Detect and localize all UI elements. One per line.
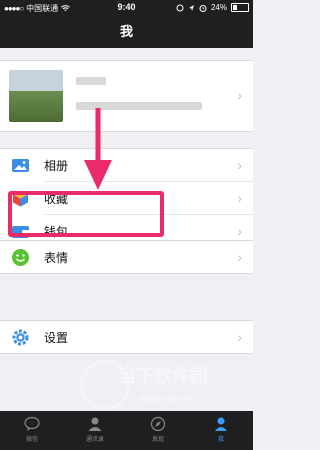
album-icon — [12, 158, 29, 172]
battery-percent: 24% — [210, 3, 227, 12]
tab-contacts[interactable]: 通讯录 — [70, 411, 120, 450]
alarm-icon — [199, 4, 207, 12]
nickname-blurred — [76, 77, 106, 85]
watermark-brand: 当下软件园 — [118, 366, 208, 386]
watermark: 当下软件园 jingyan.baidu.com — [80, 354, 253, 414]
menu-group-2: 表情 › — [0, 240, 253, 274]
contacts-icon — [88, 417, 102, 431]
tab-wechat[interactable]: 微信 — [7, 411, 57, 450]
chevron-right-icon: › — [237, 190, 242, 206]
watermark-url: jingyan.baidu.com — [140, 396, 197, 403]
tab-bar: 微信 通讯录 发现 我 — [0, 411, 253, 450]
tab-me[interactable]: 我 — [196, 411, 246, 450]
annotation-arrow-icon — [84, 108, 112, 190]
location-icon — [188, 4, 194, 11]
wallet-highlight-box — [8, 191, 164, 237]
avatar — [9, 70, 63, 122]
chevron-right-icon: › — [237, 157, 242, 173]
profile-card[interactable]: › — [0, 60, 253, 132]
menu-item-album[interactable]: 相册 › — [0, 149, 253, 181]
chevron-right-icon: › — [237, 223, 242, 239]
tab-label: 我 — [217, 437, 224, 443]
tab-label: 通讯录 — [85, 437, 104, 443]
tab-label: 发现 — [151, 437, 164, 443]
chevron-right-icon: › — [237, 87, 242, 103]
menu-label-settings: 设置 — [44, 330, 69, 345]
status-bar: ●●●●○ 中国联通 9:40 24% — [0, 0, 253, 16]
tab-label: 微信 — [25, 437, 38, 443]
tab-discover[interactable]: 发现 — [133, 411, 183, 450]
menu-item-stickers[interactable]: 表情 › — [0, 241, 253, 273]
stickers-smile-icon — [12, 248, 29, 266]
chevron-right-icon: › — [237, 249, 242, 265]
settings-gear-icon — [12, 329, 29, 345]
chevron-right-icon: › — [237, 329, 242, 345]
chat-bubble-icon — [24, 416, 40, 431]
nav-title: 我 — [0, 16, 253, 48]
menu-label-stickers: 表情 — [44, 250, 69, 265]
menu-label-album: 相册 — [44, 158, 69, 173]
compass-icon — [150, 416, 166, 432]
person-icon — [215, 417, 227, 431]
menu-item-settings[interactable]: 设置 › — [0, 321, 253, 353]
lock-rotation-icon — [176, 4, 184, 11]
battery-icon — [231, 3, 249, 12]
menu-group-3: 设置 › — [0, 320, 253, 354]
